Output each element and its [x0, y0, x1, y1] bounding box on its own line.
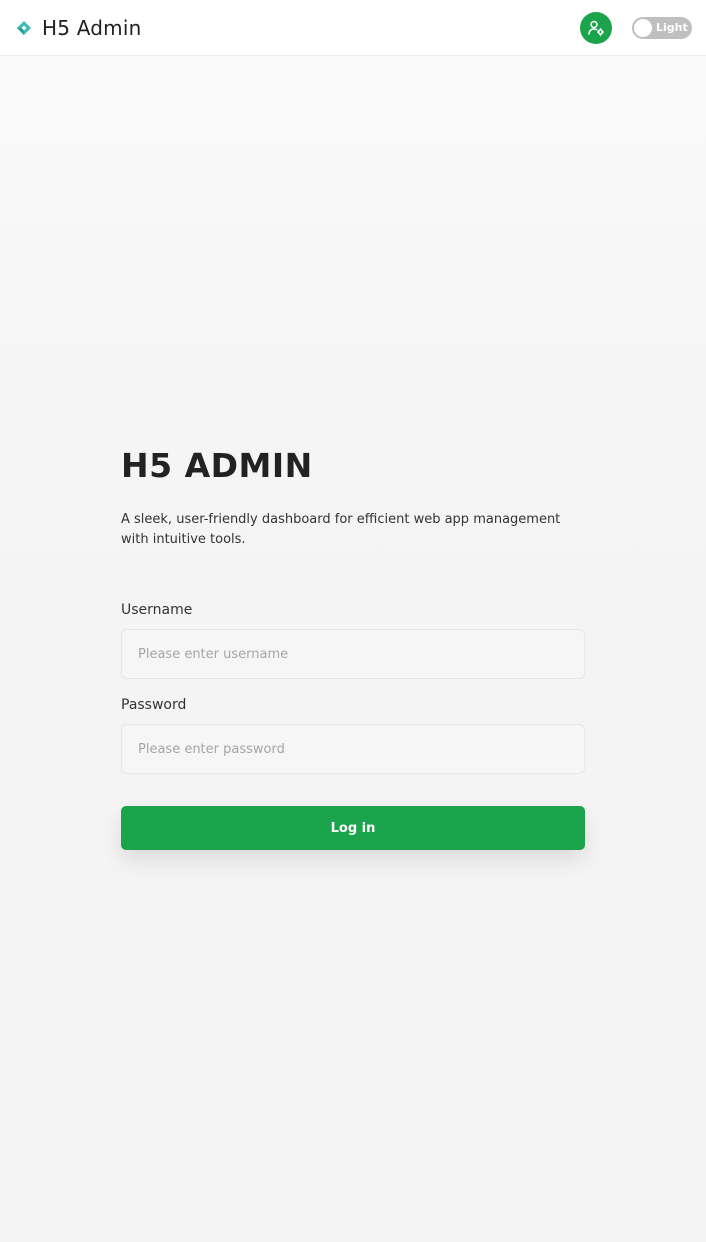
top-navbar: H5 Admin Light — [0, 0, 706, 56]
brand[interactable]: H5 Admin — [14, 13, 141, 43]
login-button[interactable]: Log in — [121, 806, 585, 850]
password-label: Password — [121, 697, 187, 713]
theme-toggle-label: Light — [656, 21, 688, 34]
login-description: A sleek, user-friendly dashboard for eff… — [121, 512, 561, 547]
username-input[interactable] — [121, 629, 585, 679]
theme-toggle[interactable]: Light — [632, 17, 692, 39]
login-title: H5 ADMIN — [121, 446, 313, 485]
username-label: Username — [121, 602, 193, 618]
diamond-logo-icon — [17, 21, 31, 35]
user-settings-icon — [588, 20, 604, 36]
password-input[interactable] — [121, 724, 585, 774]
brand-title: H5 Admin — [42, 16, 142, 40]
login-form: H5 ADMIN A sleek, user-friendly dashboar… — [121, 440, 585, 850]
user-settings-button[interactable] — [580, 12, 612, 44]
toggle-knob — [634, 19, 652, 37]
